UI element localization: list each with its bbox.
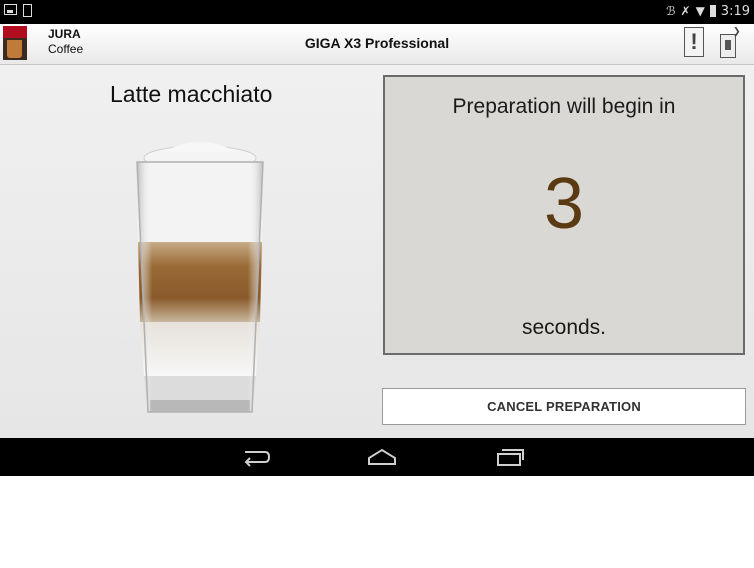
main-content: Latte macchiato Preparation will begin i… <box>0 65 754 438</box>
recent-apps-icon[interactable] <box>488 444 532 470</box>
status-bar: ℬ ✗ ▼ 3:19 <box>0 0 754 24</box>
preparation-countdown-panel: Preparation will begin in 3 seconds. <box>383 75 745 355</box>
back-icon[interactable] <box>233 444 277 470</box>
wifi-icon: ▼ <box>695 4 705 18</box>
status-time: 3:19 <box>720 3 750 19</box>
machine-connection-icon[interactable]: ❯ <box>718 26 742 58</box>
image-icon <box>4 4 17 15</box>
page-title: GIGA X3 Professional <box>304 35 450 51</box>
cancel-preparation-button[interactable]: CANCEL PREPARATION <box>382 388 746 425</box>
status-left-icons <box>4 4 32 17</box>
preparation-intro-text: Preparation will begin in <box>452 95 676 118</box>
warning-glyph: ! <box>690 29 698 54</box>
countdown-value: 3 <box>543 164 585 244</box>
navigation-bar <box>0 438 754 476</box>
battery-icon <box>709 5 716 17</box>
download-icon <box>23 4 32 17</box>
mute-icon: ✗ <box>680 4 691 18</box>
status-right-icons: ℬ ✗ ▼ 3:19 <box>666 3 750 19</box>
home-icon[interactable] <box>360 444 404 470</box>
warning-icon[interactable]: ! <box>684 27 704 57</box>
app-bar: JURA Coffee GIGA X3 Professional ! ❯ <box>0 24 754 65</box>
bluetooth-icon: ℬ <box>666 4 676 18</box>
product-name: Latte macchiato <box>110 81 273 107</box>
latte-macchiato-glass-image <box>136 142 264 413</box>
countdown-unit-text: seconds. <box>521 316 607 339</box>
